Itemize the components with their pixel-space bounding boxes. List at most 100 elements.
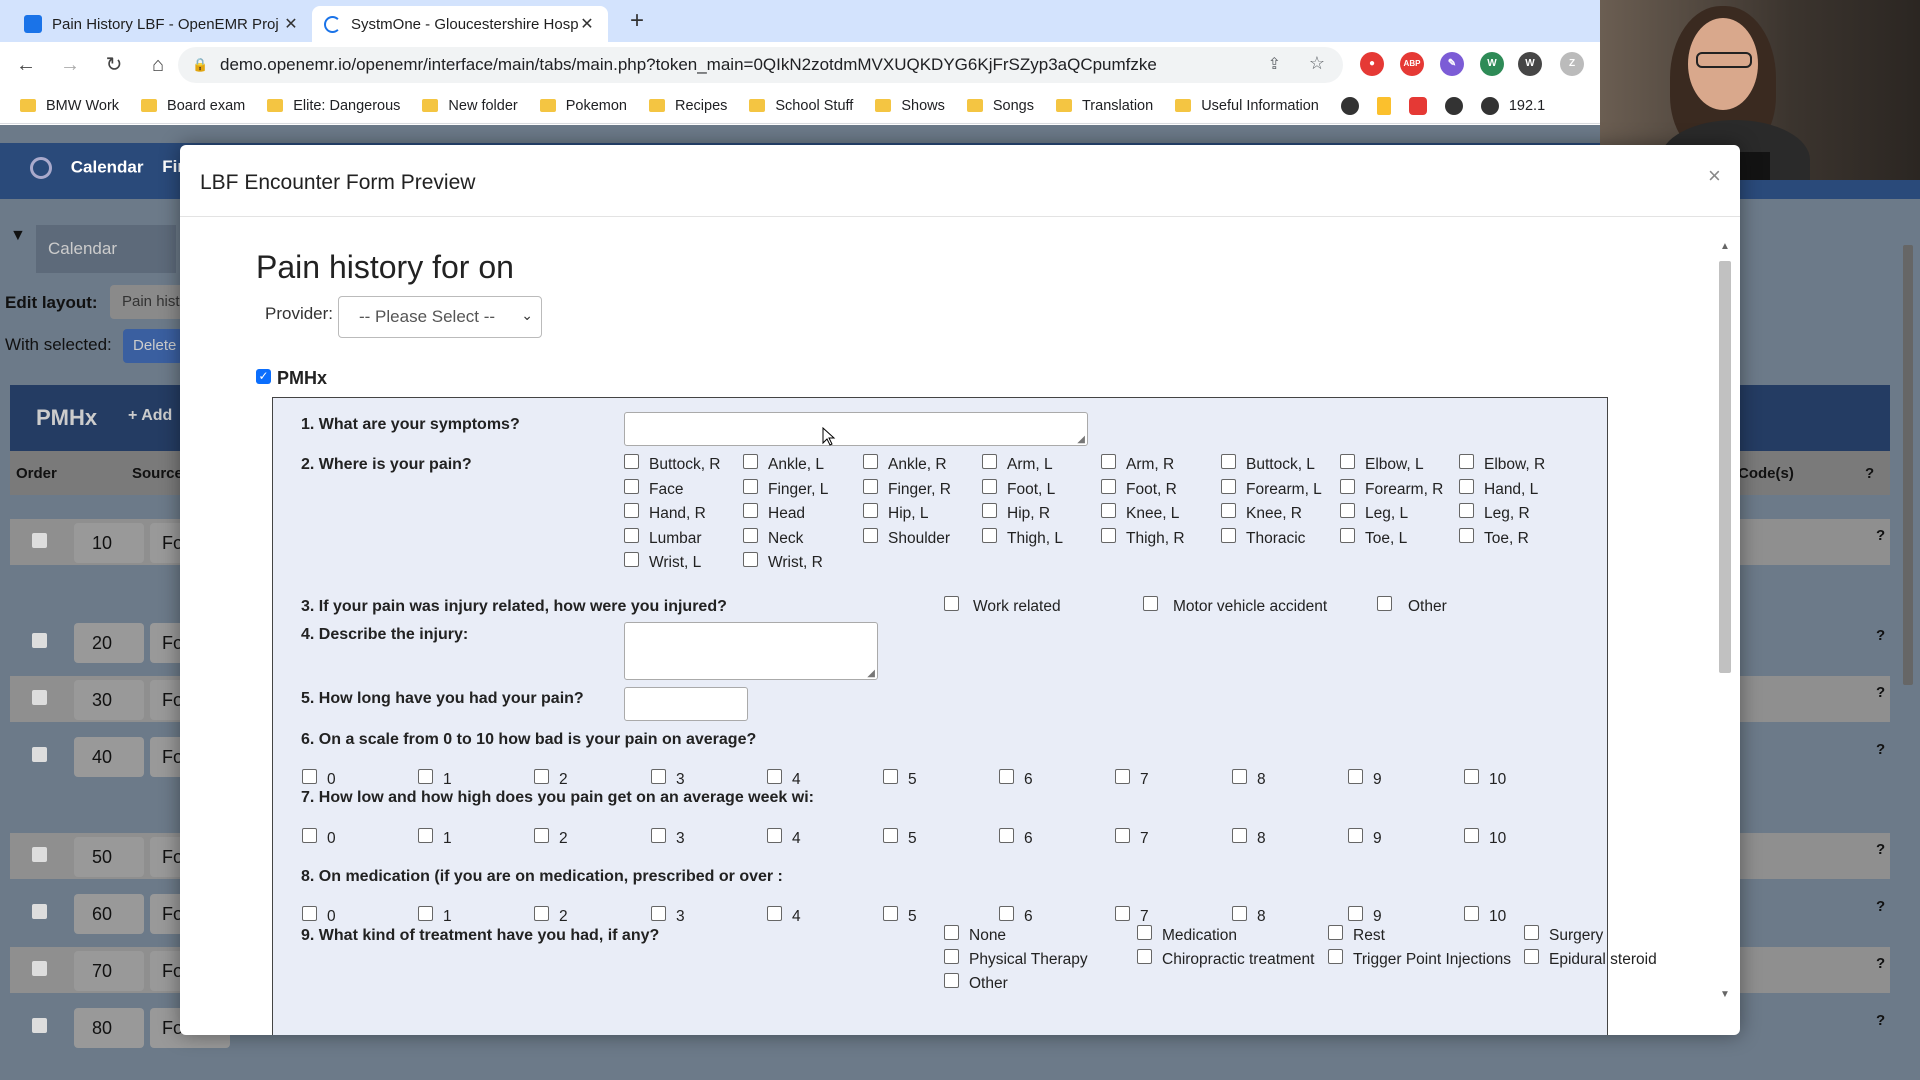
pain-location-checkbox[interactable] xyxy=(1340,528,1355,543)
q8-scale-6-checkbox[interactable] xyxy=(999,906,1014,921)
bookmark-folder[interactable]: Board exam xyxy=(141,98,245,114)
help-icon[interactable]: ? xyxy=(1876,741,1885,758)
pain-location-checkbox[interactable] xyxy=(863,528,878,543)
pain-location-checkbox[interactable] xyxy=(1101,528,1116,543)
q7-scale-9-checkbox[interactable] xyxy=(1348,828,1363,843)
pain-location-checkbox[interactable] xyxy=(624,454,639,469)
motor-vehicle-checkbox[interactable] xyxy=(1143,596,1158,611)
bookmark-folder[interactable]: Shows xyxy=(875,98,945,114)
pain-location-checkbox[interactable] xyxy=(1459,528,1474,543)
injury-textarea[interactable]: ◢ xyxy=(624,622,878,680)
q6-scale-9-checkbox[interactable] xyxy=(1348,769,1363,784)
q8-scale-0-checkbox[interactable] xyxy=(302,906,317,921)
pain-location-checkbox[interactable] xyxy=(982,528,997,543)
q6-scale-4-checkbox[interactable] xyxy=(767,769,782,784)
bookmark-folder[interactable]: Useful Information xyxy=(1175,98,1319,114)
treatment-checkbox[interactable] xyxy=(944,925,959,940)
pain-location-checkbox[interactable] xyxy=(1340,479,1355,494)
q8-scale-8-checkbox[interactable] xyxy=(1232,906,1247,921)
pain-location-checkbox[interactable] xyxy=(1340,454,1355,469)
treatment-checkbox[interactable] xyxy=(1328,949,1343,964)
background-scrollbar[interactable] xyxy=(1900,225,1916,835)
q8-scale-9-checkbox[interactable] xyxy=(1348,906,1363,921)
forward-icon[interactable]: → xyxy=(52,47,88,83)
nav-calendar[interactable]: Calendar xyxy=(71,157,144,176)
treatment-checkbox[interactable] xyxy=(1137,925,1152,940)
scroll-thumb[interactable] xyxy=(1719,261,1731,673)
help-icon[interactable]: ? xyxy=(1876,955,1885,972)
help-icon[interactable]: ? xyxy=(1876,1012,1885,1029)
extension-icon[interactable]: ● xyxy=(1360,52,1384,76)
adblock-icon[interactable]: ABP xyxy=(1400,52,1424,76)
bookmark-folder[interactable]: Recipes xyxy=(649,98,727,114)
pain-location-checkbox[interactable] xyxy=(1101,479,1116,494)
pain-location-checkbox[interactable] xyxy=(1459,503,1474,518)
q7-scale-5-checkbox[interactable] xyxy=(883,828,898,843)
collapse-icon[interactable]: ▼ xyxy=(10,227,26,245)
row-checkbox[interactable] xyxy=(32,633,47,648)
share-icon[interactable]: ⇪ xyxy=(1268,54,1281,74)
treatment-checkbox[interactable] xyxy=(1137,949,1152,964)
scroll-up-icon[interactable]: ▲ xyxy=(1720,241,1730,252)
q7-scale-4-checkbox[interactable] xyxy=(767,828,782,843)
q6-scale-5-checkbox[interactable] xyxy=(883,769,898,784)
pain-location-checkbox[interactable] xyxy=(743,479,758,494)
help-icon[interactable]: ? xyxy=(1876,527,1885,544)
row-checkbox[interactable] xyxy=(32,690,47,705)
pain-location-checkbox[interactable] xyxy=(1459,479,1474,494)
pain-location-checkbox[interactable] xyxy=(1221,503,1236,518)
treatment-checkbox[interactable] xyxy=(1524,925,1539,940)
new-tab-button[interactable]: + xyxy=(622,7,652,37)
wordpress-green-icon[interactable]: W xyxy=(1480,52,1504,76)
help-icon[interactable]: ? xyxy=(1865,465,1874,482)
q6-scale-1-checkbox[interactable] xyxy=(418,769,433,784)
pain-location-checkbox[interactable] xyxy=(624,479,639,494)
q8-scale-1-checkbox[interactable] xyxy=(418,906,433,921)
treatment-checkbox[interactable] xyxy=(1328,925,1343,940)
q7-scale-1-checkbox[interactable] xyxy=(418,828,433,843)
pain-location-checkbox[interactable] xyxy=(982,454,997,469)
pain-location-checkbox[interactable] xyxy=(863,479,878,494)
bookmark-folder[interactable]: Songs xyxy=(966,98,1034,114)
row-checkbox[interactable] xyxy=(32,533,47,548)
globe-icon[interactable] xyxy=(1480,96,1499,115)
pain-location-checkbox[interactable] xyxy=(1340,503,1355,518)
q7-scale-8-checkbox[interactable] xyxy=(1232,828,1247,843)
browser-tab-openemr[interactable]: Pain History LBF - OpenEMR Proj ✕ xyxy=(12,6,312,42)
bookmark-star-icon[interactable]: ☆ xyxy=(1309,53,1325,74)
globe-icon[interactable] xyxy=(1340,96,1359,115)
calendar-subtab[interactable]: Calendar xyxy=(36,225,176,273)
pain-location-checkbox[interactable] xyxy=(743,552,758,567)
help-icon[interactable]: ? xyxy=(1876,898,1885,915)
q8-scale-10-checkbox[interactable] xyxy=(1464,906,1479,921)
bookmark-folder[interactable]: Elite: Dangerous xyxy=(267,98,400,114)
help-icon[interactable]: ? xyxy=(1876,684,1885,701)
q6-scale-7-checkbox[interactable] xyxy=(1115,769,1130,784)
q7-scale-10-checkbox[interactable] xyxy=(1464,828,1479,843)
q7-scale-6-checkbox[interactable] xyxy=(999,828,1014,843)
q7-scale-0-checkbox[interactable] xyxy=(302,828,317,843)
pmhx-checkbox[interactable]: ✓ xyxy=(256,369,271,384)
pain-location-checkbox[interactable] xyxy=(863,454,878,469)
bookmark-folder[interactable]: BMW Work xyxy=(20,98,119,114)
pain-location-checkbox[interactable] xyxy=(1459,454,1474,469)
pain-location-checkbox[interactable] xyxy=(624,552,639,567)
close-tab-icon[interactable]: ✕ xyxy=(282,14,300,34)
provider-select[interactable]: -- Please Select -- ⌄ xyxy=(338,296,542,338)
address-bar[interactable]: 🔒 demo.openemr.io/openemr/interface/main… xyxy=(178,47,1343,83)
layout-select[interactable]: Pain hist xyxy=(110,285,190,319)
q6-scale-8-checkbox[interactable] xyxy=(1232,769,1247,784)
pain-location-checkbox[interactable] xyxy=(1101,503,1116,518)
extension-icon[interactable]: Z xyxy=(1560,52,1584,76)
row-checkbox[interactable] xyxy=(32,747,47,762)
browser-tab-systmone[interactable]: SystmOne - Gloucestershire Hosp ✕ xyxy=(312,6,608,42)
close-tab-icon[interactable]: ✕ xyxy=(578,14,596,34)
work-related-checkbox[interactable] xyxy=(944,596,959,611)
scroll-down-icon[interactable]: ▼ xyxy=(1720,989,1730,1000)
pain-location-checkbox[interactable] xyxy=(1101,454,1116,469)
pain-duration-input[interactable] xyxy=(624,687,748,721)
q6-scale-0-checkbox[interactable] xyxy=(302,769,317,784)
pain-location-checkbox[interactable] xyxy=(863,503,878,518)
pain-location-checkbox[interactable] xyxy=(743,454,758,469)
walmart-icon[interactable] xyxy=(1376,96,1391,115)
